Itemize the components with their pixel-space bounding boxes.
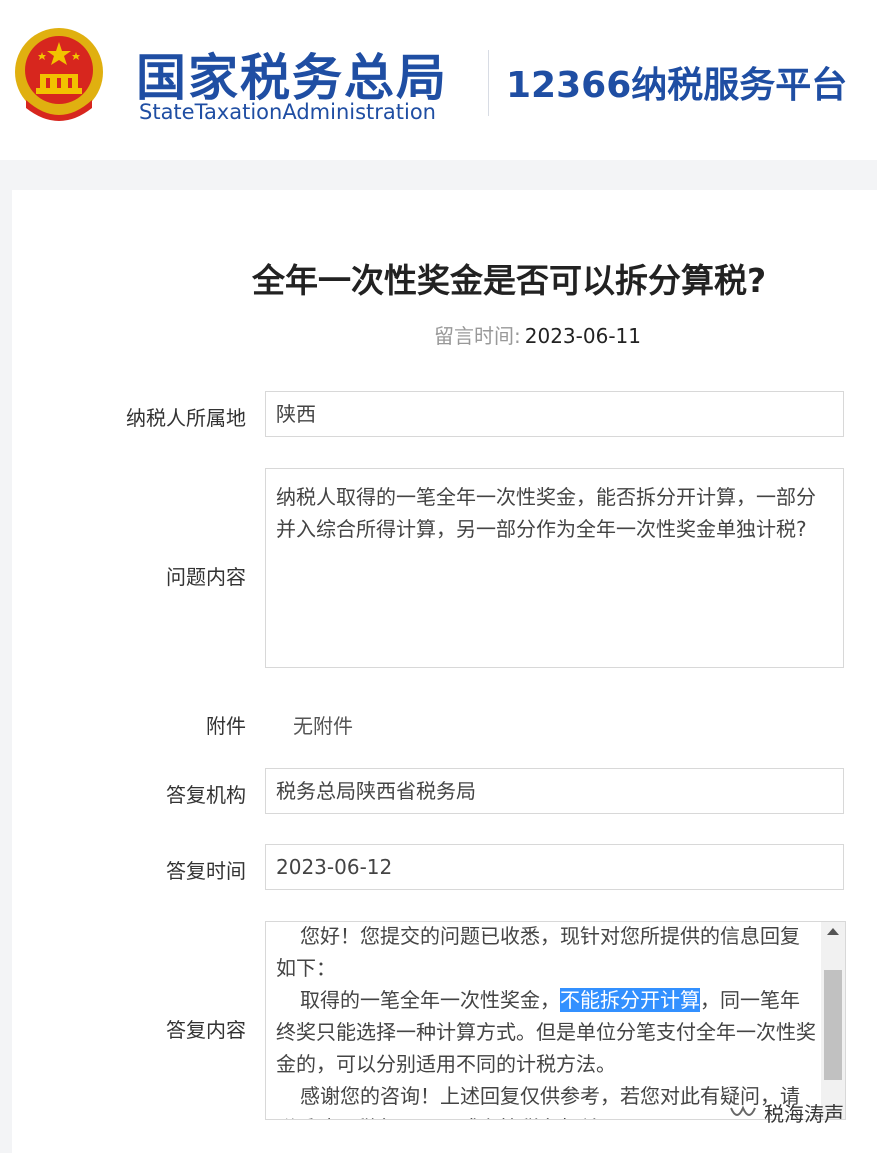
- location-field[interactable]: 陕西: [265, 391, 844, 437]
- reply-para2-start: 取得的一笔全年一次性奖金，: [300, 988, 560, 1012]
- message-time-value: 2023-06-11: [524, 324, 641, 348]
- location-label: 纳税人所属地: [126, 406, 246, 430]
- reply-paragraph-1: 您好！您提交的问题已收悉，现针对您所提供的信息回复如下：: [276, 924, 800, 980]
- reply-time-field[interactable]: 2023-06-12: [265, 844, 844, 890]
- agency-field[interactable]: 税务总局陕西省税务局: [265, 768, 844, 814]
- question-label: 问题内容: [166, 565, 246, 589]
- page-title: 全年一次性奖金是否可以拆分算税?: [252, 261, 767, 300]
- scroll-thumb[interactable]: [824, 970, 842, 1080]
- site-header: 国家税务总局 StateTaxationAdministration 12366…: [0, 0, 877, 160]
- message-time: 留言时间: 2023-06-11: [434, 320, 641, 349]
- header-divider: [488, 50, 489, 116]
- message-time-label: 留言时间:: [434, 324, 521, 348]
- national-emblem-icon: [15, 28, 103, 121]
- question-field[interactable]: 纳税人取得的一笔全年一次性奖金，能否拆分开计算，一部分并入综合所得计算，另一部分…: [265, 468, 844, 668]
- org-name-en: StateTaxationAdministration: [139, 100, 436, 124]
- selected-text: 不能拆分开计算: [560, 988, 700, 1012]
- reply-paragraph-2: 取得的一笔全年一次性奖金，不能拆分开计算，同一笔年终奖只能选择一种计算方式。但是…: [276, 984, 816, 1080]
- watermark: 税海涛声: [728, 1098, 844, 1127]
- scroll-up-arrow-icon[interactable]: [827, 928, 839, 935]
- agency-label: 答复机构: [166, 783, 246, 807]
- wechat-channel-icon: [730, 1104, 756, 1116]
- attachment-label: 附件: [206, 714, 246, 738]
- attachment-value: 无附件: [293, 714, 353, 738]
- reply-label: 答复内容: [166, 1018, 246, 1042]
- platform-name: 12366纳税服务平台: [506, 65, 848, 106]
- reply-time-label: 答复时间: [166, 859, 246, 883]
- reply-textarea[interactable]: 您好！您提交的问题已收悉，现针对您所提供的信息回复如下： 取得的一笔全年一次性奖…: [265, 921, 846, 1120]
- reply-content: 您好！您提交的问题已收悉，现针对您所提供的信息回复如下： 取得的一笔全年一次性奖…: [276, 922, 816, 1119]
- reply-scrollbar[interactable]: [821, 922, 845, 1119]
- watermark-text: 税海涛声: [764, 1102, 844, 1126]
